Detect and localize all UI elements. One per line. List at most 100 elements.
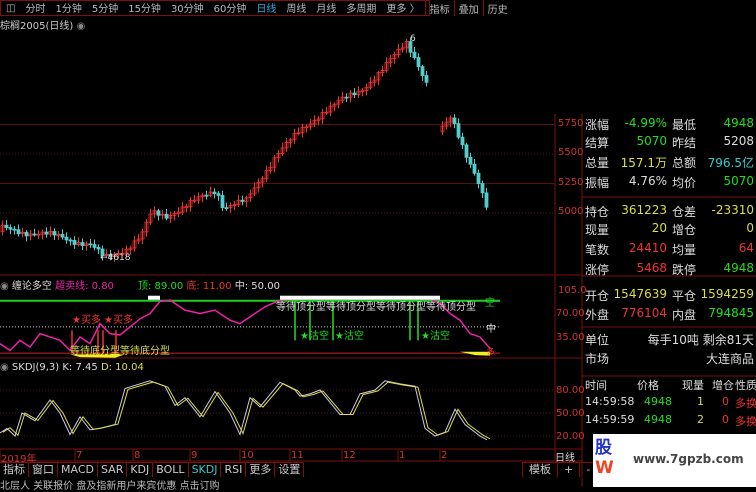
candle: [220, 195, 225, 209]
quote-label: 总额: [672, 156, 697, 170]
date-tick: 10: [241, 450, 254, 461]
quote-label: 均价: [672, 176, 697, 190]
tick-cell: 0: [722, 413, 729, 426]
quote-label: 涨幅: [585, 118, 610, 132]
date-tick: 1: [399, 450, 406, 461]
price-tick: 5500: [558, 147, 584, 158]
quote-label: 均量: [672, 243, 697, 257]
quote-value: 4.76%: [628, 174, 667, 188]
quote-value: 776104: [621, 306, 667, 320]
quote-value: 0: [746, 221, 754, 235]
candle: [456, 123, 461, 138]
candle: [424, 75, 429, 83]
quote-label: 昨结: [672, 136, 697, 150]
candle: [352, 92, 357, 96]
buy-signal: ★买多: [72, 315, 101, 326]
watermark-url: www.7gpzb.com: [633, 452, 744, 466]
candle: [8, 227, 13, 230]
tab-boll[interactable]: BOLL: [153, 463, 189, 477]
candle: [216, 193, 221, 196]
template-controls: 模板 + -: [522, 462, 598, 477]
axis-label: 70.00: [556, 308, 585, 319]
candle: [12, 228, 17, 231]
quote-value: 1547639: [613, 287, 667, 301]
candle: [468, 156, 473, 165]
tab-sar[interactable]: SAR: [98, 463, 128, 477]
tab-指标[interactable]: 指标: [0, 463, 29, 477]
candle: [60, 233, 65, 238]
quote-value: -23310: [711, 203, 754, 217]
candle: [472, 163, 477, 174]
tab-skdj[interactable]: SKDJ: [189, 463, 222, 477]
tab-rsi[interactable]: RSI: [221, 463, 247, 477]
tick-cell: 4948: [644, 395, 672, 408]
tab-kdj[interactable]: KDJ: [127, 463, 154, 477]
quote-value: 4948: [723, 116, 754, 130]
quote-row: 涨停 5468 跌停 4948: [582, 261, 756, 279]
candle: [44, 231, 49, 235]
tab-更多[interactable]: 更多: [246, 463, 276, 477]
quote-label: 涨停: [585, 263, 610, 277]
candle: [452, 117, 457, 125]
indicator-header: ◉ 缠论多空 超卖线: 0.80: [0, 281, 114, 292]
date-tick: 2: [441, 450, 448, 461]
quote-value: 5468: [636, 261, 667, 275]
axis-label: 50.00: [556, 408, 585, 419]
quote-value: 20: [651, 221, 667, 235]
date-tick: 11: [291, 450, 304, 461]
quote-label: 笔数: [585, 243, 610, 257]
short-signal: ★沽空: [421, 331, 450, 342]
short-signal: ★沽空: [335, 331, 364, 342]
template-button-0[interactable]: 模板: [523, 463, 558, 477]
wait-top-label: 等待顶分型等待顶分型等待顶分型等待顶分型: [276, 302, 476, 313]
short-signal: ★沽空: [300, 331, 329, 342]
axis-label: 35.00: [556, 332, 585, 343]
info-label: 单位: [585, 333, 610, 347]
ticks-column-header: 增仓: [712, 379, 734, 392]
tick-cell: 2: [697, 413, 704, 426]
candle: [240, 199, 245, 202]
zone-bottom-label: 多: [486, 348, 496, 358]
axis-label: 80.00: [556, 385, 585, 396]
candle: [68, 239, 73, 242]
price-tick: 5250: [558, 176, 584, 188]
quote-label: 外盘: [585, 308, 610, 322]
quote-label: 开仓: [585, 289, 610, 303]
quote-label: 结算: [585, 136, 610, 150]
quote-label: 总量: [585, 156, 610, 170]
candle: [156, 210, 161, 216]
tab-设置[interactable]: 设置: [275, 463, 305, 477]
candle: [64, 236, 69, 241]
zone-mid-label: 中: [486, 324, 496, 335]
quote-label: 内盘: [672, 308, 697, 322]
tab-macd[interactable]: MACD: [58, 463, 98, 477]
date-tick: 9: [191, 450, 198, 461]
quote-row: 持仓 361223 仓差 -23310: [582, 203, 756, 221]
ticks-column-header: 时间: [585, 379, 607, 392]
tick-cell: 多换: [735, 397, 756, 410]
tab-窗口[interactable]: 窗口: [29, 463, 58, 477]
candle: [96, 247, 101, 250]
quote-label: 增仓: [672, 223, 697, 237]
quote-value: -4.99%: [624, 116, 667, 130]
quote-row: 总量 157.1万 总额 796.5亿: [582, 154, 756, 172]
candle: [24, 231, 29, 237]
tick-cell: 14:59:58: [585, 395, 635, 408]
candle: [164, 213, 169, 219]
axis-label: 20.00: [556, 431, 585, 442]
quote-label: 最低: [672, 118, 697, 132]
quote-row: 开仓 1547639 平仓 1594259: [582, 287, 756, 305]
template-button-1[interactable]: +: [558, 463, 581, 477]
quote-row: 涨幅 -4.99% 最低 4948: [582, 116, 756, 134]
candle: [32, 233, 37, 236]
watermark-logo: 股W: [595, 438, 614, 478]
quote-row: 笔数 24410 均量 64: [582, 241, 756, 259]
tick-cell: 4948: [644, 413, 672, 426]
tick-cell: 多换: [735, 415, 756, 428]
quote-label: 振幅: [585, 176, 610, 190]
wait-bottom-label: 等待底分型等待底分型: [70, 346, 170, 357]
quote-value: 5208: [723, 134, 754, 148]
quote-value: 5070: [636, 134, 667, 148]
info-label: 市场: [585, 352, 610, 366]
tick-cell: 14:59:59: [585, 413, 635, 426]
